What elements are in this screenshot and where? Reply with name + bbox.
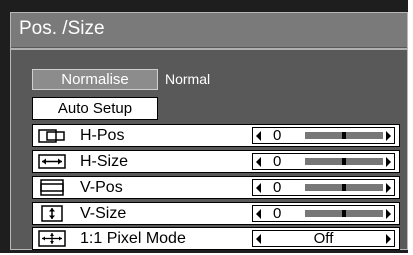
slider-thumb[interactable] (342, 132, 346, 139)
decrease-arrow-icon[interactable] (256, 183, 261, 193)
h-size-value: 0 (273, 153, 282, 170)
v-pos-control[interactable]: 0 (252, 179, 395, 196)
v-pos-slider[interactable] (305, 184, 383, 191)
h-size-icon (38, 154, 66, 169)
pixel-mode-label: 1:1 Pixel Mode (80, 230, 186, 247)
pixel-mode-control[interactable]: Off (252, 230, 395, 247)
decrease-arrow-icon[interactable] (256, 131, 261, 141)
v-size-control[interactable]: 0 (252, 205, 395, 222)
v-pos-label: V-Pos (80, 179, 123, 196)
slider-thumb[interactable] (342, 184, 346, 191)
h-pos-row[interactable]: H-Pos 0 (32, 124, 400, 147)
title-divider (11, 48, 407, 50)
increase-arrow-icon[interactable] (386, 157, 391, 167)
v-size-slider[interactable] (305, 210, 383, 217)
increase-arrow-icon[interactable] (386, 209, 391, 219)
h-size-label: H-Size (80, 153, 129, 170)
v-size-value: 0 (273, 205, 282, 222)
v-pos-value: 0 (273, 179, 282, 196)
slider-thumb[interactable] (342, 158, 346, 165)
v-size-label: V-Size (80, 205, 127, 222)
normalise-button[interactable]: Normalise (32, 69, 158, 90)
slider-thumb[interactable] (342, 210, 346, 217)
h-pos-icon (38, 129, 65, 143)
v-pos-icon (40, 179, 64, 196)
h-pos-value: 0 (273, 127, 282, 144)
auto-setup-button[interactable]: Auto Setup (32, 97, 158, 120)
decrease-arrow-icon[interactable] (256, 209, 261, 219)
h-pos-slider[interactable] (305, 132, 383, 139)
v-size-row[interactable]: V-Size 0 (32, 202, 400, 225)
increase-arrow-icon[interactable] (386, 131, 391, 141)
osd-screen: Pos. /Size Normalise Normal Auto Setup H… (0, 0, 408, 253)
menu-title: Pos. /Size (19, 18, 105, 39)
normal-status-text: Normal (165, 71, 211, 87)
pixel-mode-icon (38, 230, 66, 247)
h-pos-control[interactable]: 0 (252, 127, 395, 144)
h-size-row[interactable]: H-Size 0 (32, 150, 400, 173)
pixel-mode-value: Off (313, 230, 334, 247)
increase-arrow-icon[interactable] (386, 183, 391, 193)
h-pos-label: H-Pos (80, 127, 125, 144)
h-size-control[interactable]: 0 (252, 153, 395, 170)
v-pos-row[interactable]: V-Pos 0 (32, 176, 400, 199)
h-size-slider[interactable] (305, 158, 383, 165)
increase-arrow-icon[interactable] (386, 234, 391, 244)
v-size-icon (41, 205, 63, 222)
pixel-mode-row[interactable]: 1:1 Pixel Mode Off (32, 227, 400, 250)
pos-size-menu: Pos. /Size Normalise Normal Auto Setup H… (10, 12, 408, 250)
decrease-arrow-icon[interactable] (256, 157, 261, 167)
title-bar: Pos. /Size (11, 13, 407, 47)
